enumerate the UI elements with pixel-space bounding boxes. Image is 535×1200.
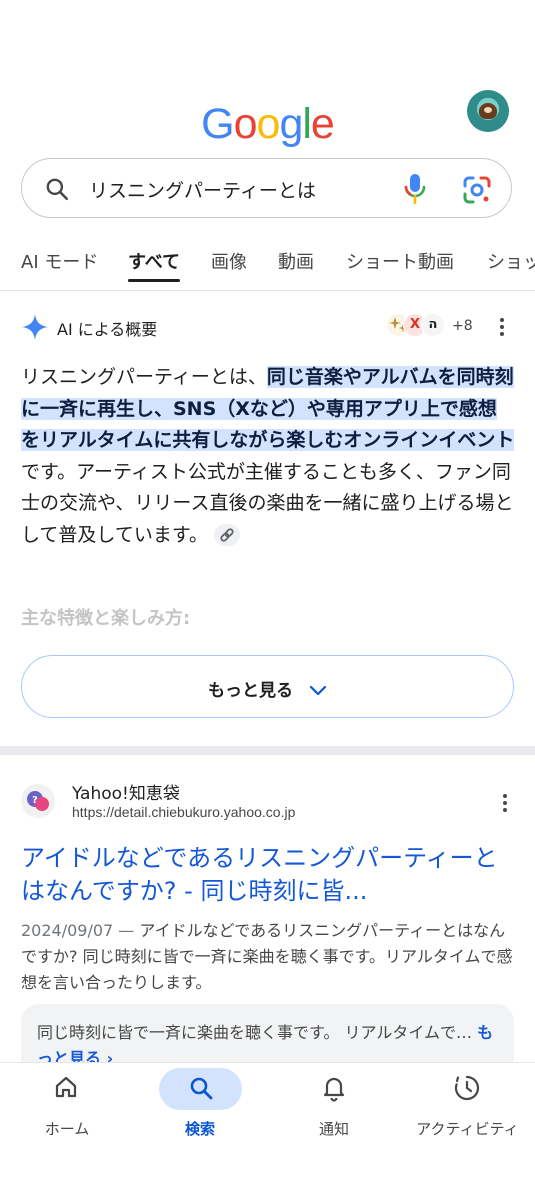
avatar-figure-icon <box>479 103 497 119</box>
featured-answer-text: 同じ時刻に皆で一斉に楽曲を聴く事です。 リアルタイムで… <box>37 1023 473 1042</box>
logo-letter: l <box>302 100 312 148</box>
google-lens-icon[interactable] <box>462 175 492 205</box>
nav-home-label[interactable]: ホーム <box>23 1118 111 1139</box>
result-site-name[interactable]: Yahoo!知恵袋 <box>72 779 180 804</box>
logo-letter: e <box>310 100 335 148</box>
activity-icon[interactable] <box>453 1074 481 1102</box>
google-logo[interactable]: Google <box>0 100 535 149</box>
result-more-options-icon[interactable] <box>497 792 513 814</box>
ai-overview-title: AI による概要 <box>57 320 158 339</box>
bell-icon[interactable] <box>321 1074 347 1102</box>
result-snippet: 2024/09/07 — アイドルなどであるリスニングパーティーとはなんですか?… <box>21 918 515 996</box>
tab-videos[interactable]: 動画 <box>278 248 314 274</box>
home-icon[interactable] <box>53 1074 79 1100</box>
svg-text:?: ? <box>32 795 38 806</box>
search-input[interactable]: リスニングパーティーとは <box>89 176 316 203</box>
active-tab-indicator <box>128 279 180 282</box>
result-title-link[interactable]: アイドルなどであるリスニングパーティーとはなんですか? - 同じ時刻に皆... <box>21 842 516 908</box>
section-separator <box>0 746 535 755</box>
chevron-down-icon <box>309 685 327 696</box>
nav-activity-label[interactable]: アクティビティ <box>405 1118 530 1139</box>
result-url[interactable]: https://detail.chiebukuro.yahoo.co.jp <box>72 804 295 820</box>
gemini-sparkle-icon <box>21 313 49 341</box>
citation-link-icon[interactable] <box>213 524 240 546</box>
show-more-label[interactable]: もっと見る <box>0 676 535 701</box>
show-more-text: もっと見る <box>208 681 294 701</box>
logo-letter: o <box>256 100 281 148</box>
tab-images[interactable]: 画像 <box>211 248 247 274</box>
tab-all[interactable]: すべて <box>128 248 180 274</box>
nav-search-label[interactable]: 検索 <box>156 1118 244 1139</box>
source-favicon-letter: ה <box>421 313 445 337</box>
source-count[interactable]: +8 <box>452 318 473 334</box>
voice-search-mic-icon[interactable] <box>402 172 428 206</box>
search-icon[interactable] <box>44 176 70 202</box>
result-date: 2024/09/07 — <box>21 921 135 940</box>
divider <box>0 290 535 291</box>
ai-subheading-faded: 主な特徴と楽しみ方: <box>21 608 191 629</box>
logo-letter: g <box>279 100 303 148</box>
more-options-icon[interactable] <box>494 316 510 338</box>
nav-notifications-label[interactable]: 通知 <box>290 1118 378 1139</box>
ai-body-suffix: です。アーティスト公式が主催することも多く、ファン同士の交流や、リリース直後の楽… <box>21 460 514 546</box>
tab-shopping[interactable]: ショッ <box>487 248 535 274</box>
nav-search-icon[interactable] <box>188 1075 214 1101</box>
logo-letter: G <box>201 100 234 148</box>
ai-overview-body: リスニングパーティーとは、同じ音楽やアルバムを同時刻に一斉に再生し、SNS（Xな… <box>21 362 515 551</box>
yahoo-chiebukuro-favicon-icon[interactable]: ? <box>21 784 55 818</box>
logo-letter: o <box>233 100 258 148</box>
ai-body-prefix: リスニングパーティーとは、 <box>21 366 267 388</box>
tab-ai-mode[interactable]: AI モード <box>21 248 98 274</box>
tab-short-videos[interactable]: ショート動画 <box>346 248 454 274</box>
account-avatar[interactable] <box>467 90 509 132</box>
